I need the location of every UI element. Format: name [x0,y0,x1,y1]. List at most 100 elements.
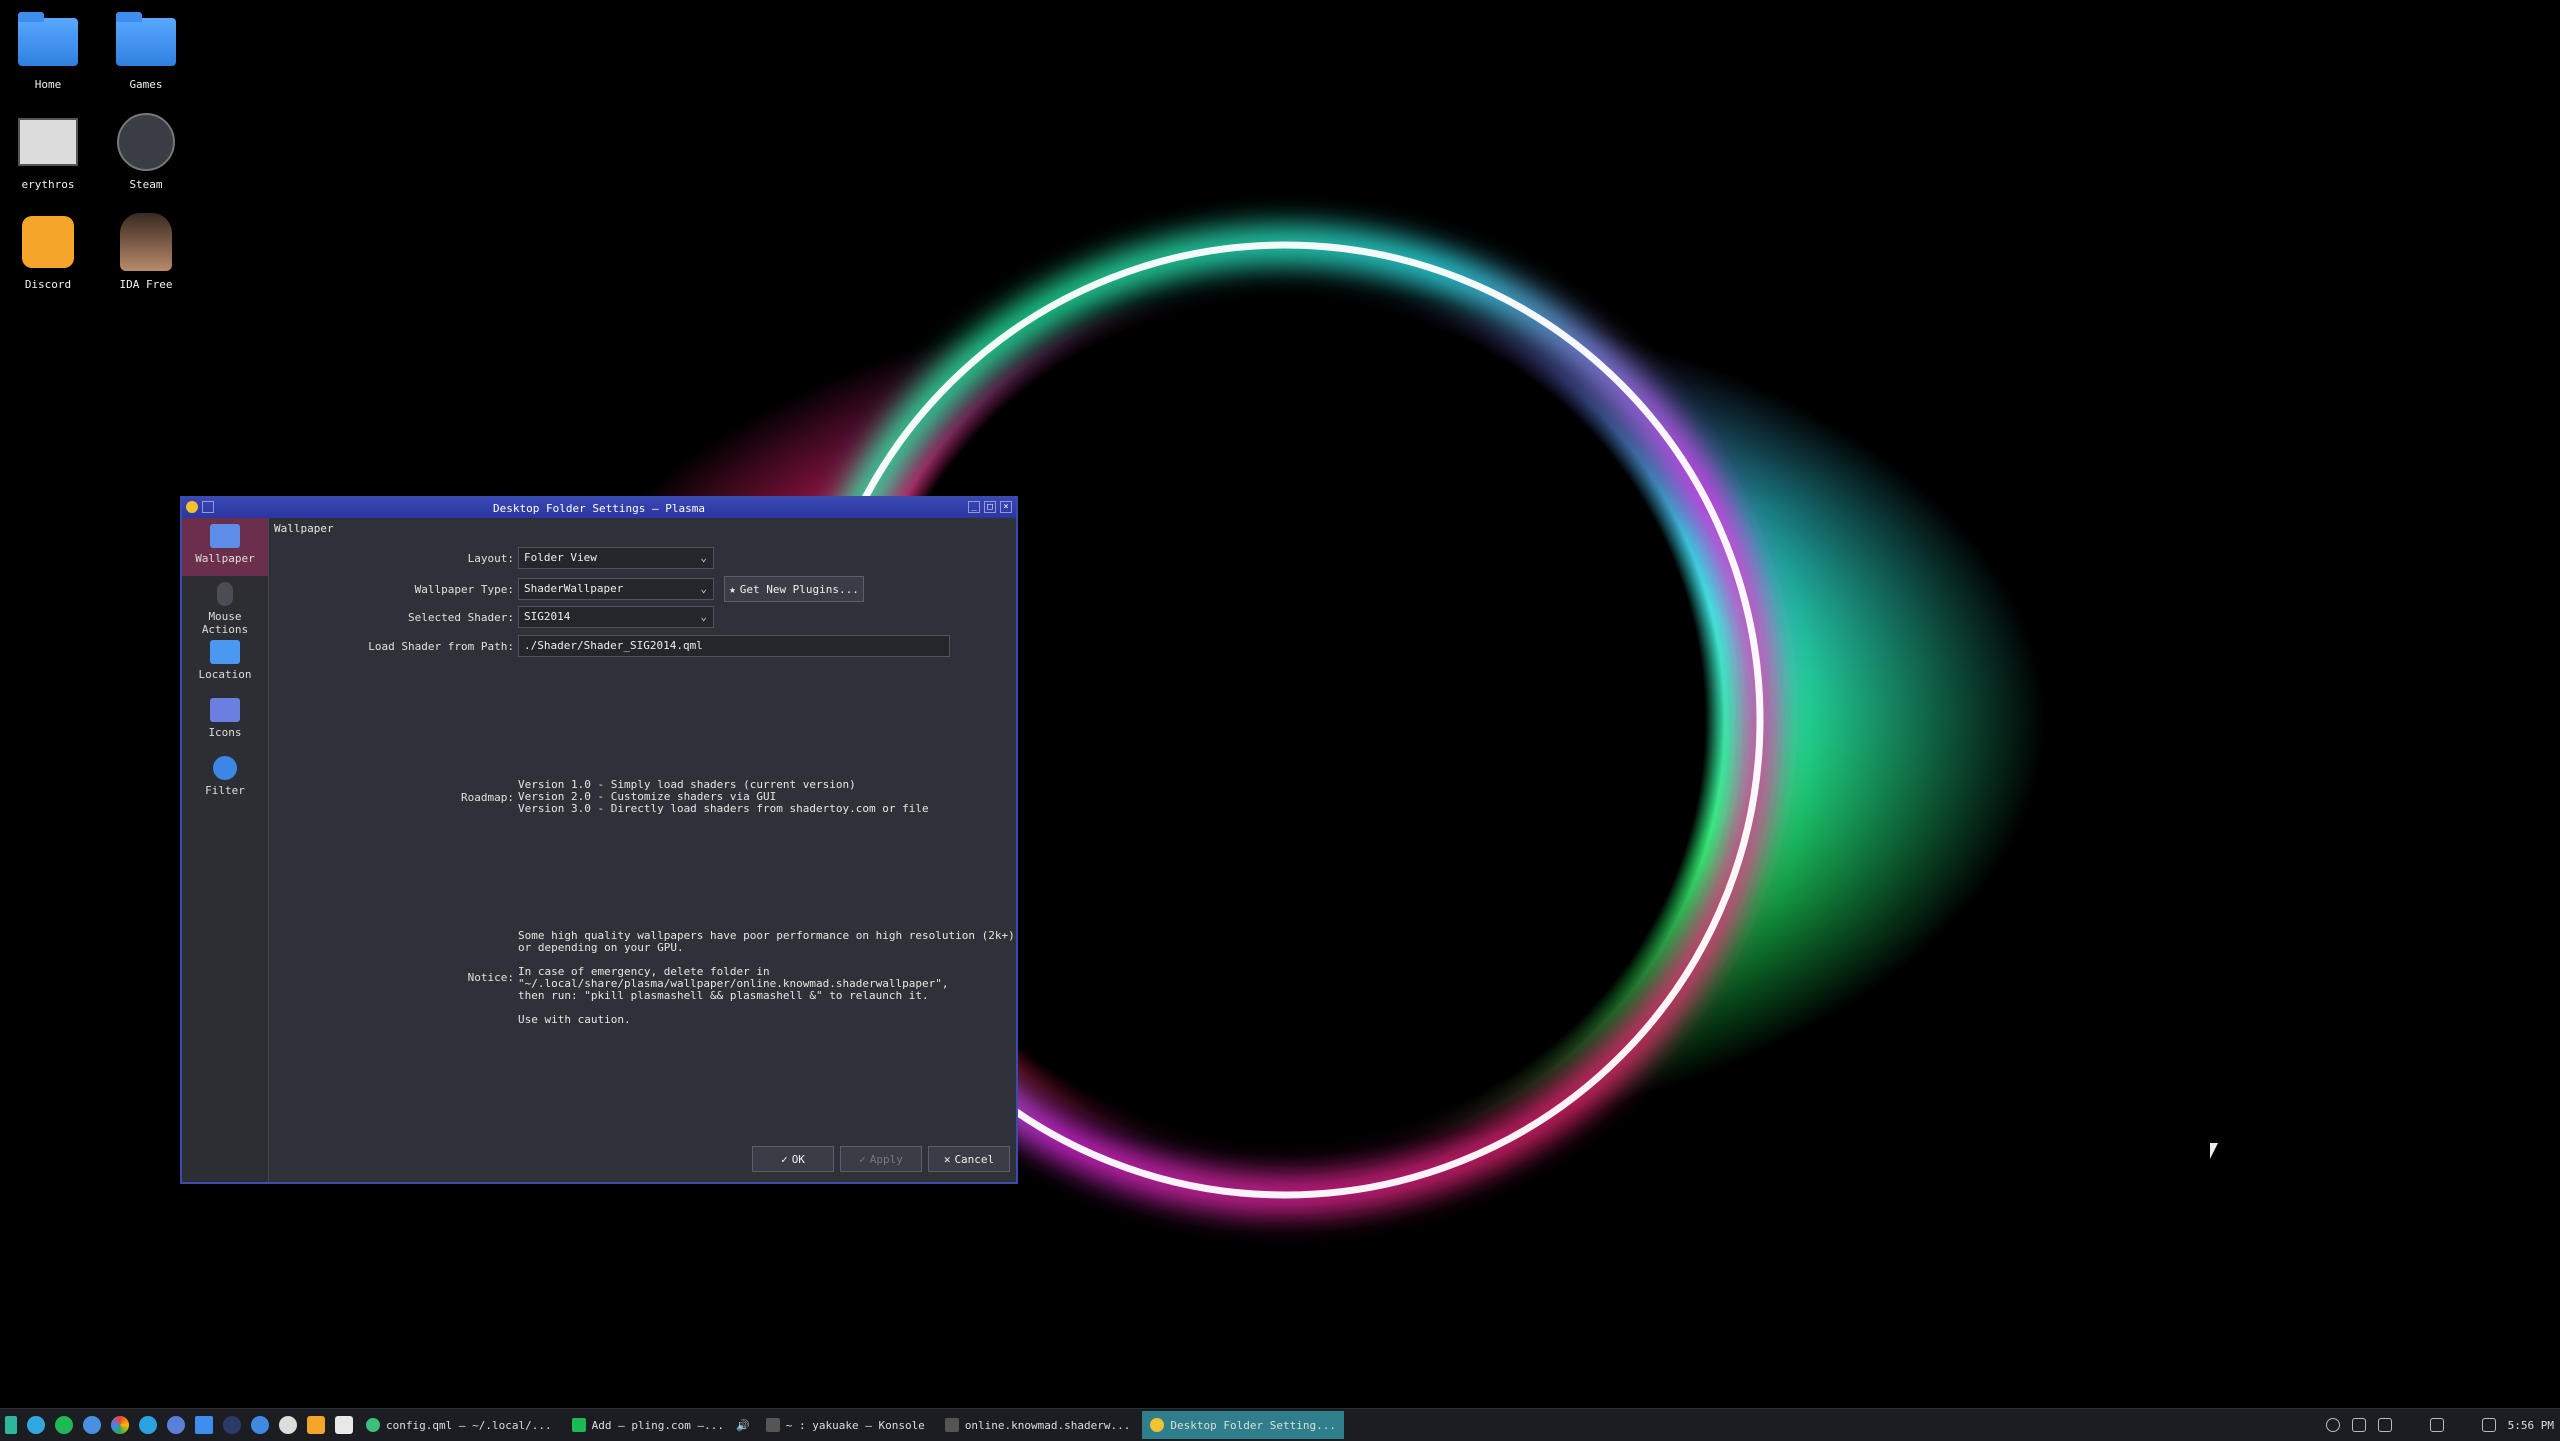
mouse-cursor-icon [2210,1143,2226,1159]
desktop-icon-steam[interactable]: Steam [102,112,190,191]
chevron-down-icon: ⌄ [700,610,707,623]
settings-app-icon[interactable] [279,1416,297,1434]
display-icon[interactable] [2429,1418,2444,1432]
vscode-icon[interactable] [335,1416,353,1434]
desktop-icon-erythros[interactable]: erythros [4,112,92,191]
discord-icon [22,216,74,268]
star-icon: ★ [729,582,736,596]
task-config-qml[interactable]: config.qml — ~/.local/... [358,1411,560,1439]
roadmap-text: Version 1.0 - Simply load shaders (curre… [518,778,929,815]
chevron-up-icon[interactable] [2456,1418,2470,1432]
ida-free-icon [120,213,172,271]
terminal-icon [944,1418,959,1432]
clock[interactable]: 5:56 PM [2508,1419,2554,1432]
chevron-down-icon: ⌄ [700,551,707,564]
spotify-icon[interactable] [55,1416,73,1434]
cancel-label: Cancel [954,1152,995,1166]
folder-icon [116,12,176,66]
wallpaper-type-combobox[interactable]: ShaderWallpaper ⌄ [518,578,714,600]
icons-grid-icon [210,698,240,722]
editor-icon [366,1418,380,1432]
ok-button[interactable]: ✓ OK [752,1146,834,1172]
settings-sidebar: Wallpaper Mouse Actions Location Icons F… [182,518,269,1182]
task-shaderwallpaper[interactable]: online.knowmad.shaderw... [937,1411,1139,1439]
close-button[interactable]: × [1000,501,1012,513]
desktop-icon-discord[interactable]: Discord [4,212,92,291]
file-manager-icon[interactable] [195,1416,213,1434]
desktop-icon-label: IDA Free [119,278,173,291]
desktop-folder-settings-dialog: Desktop Folder Settings — Plasma _ □ × W… [180,496,1018,1184]
desktop-icon-label: Games [129,78,163,91]
sidebar-item-label: Wallpaper [195,552,255,565]
sidebar-item-wallpaper[interactable]: Wallpaper [182,518,268,576]
sidebar-item-label: Mouse Actions [201,610,249,636]
get-new-plugins-label: Get New Plugins... [739,582,859,596]
volume-icon[interactable]: 🔊 [736,1419,750,1432]
plasma-task-icon [1150,1418,1165,1432]
selected-shader-value: SIG2014 [524,610,571,623]
telegram-alt-icon[interactable] [139,1416,157,1434]
desktop-icon-home[interactable]: Home [4,12,92,91]
sidebar-item-icons[interactable]: Icons [182,692,268,750]
check-icon: ✓ [781,1152,788,1166]
device-icon[interactable] [2481,1418,2496,1432]
konsole-icon [765,1418,780,1432]
task-label: Desktop Folder Setting... [1170,1418,1336,1432]
browser-icon[interactable] [251,1416,269,1434]
task-label: online.knowmad.shaderw... [964,1418,1131,1432]
messenger-icon[interactable] [167,1416,185,1434]
apply-button[interactable]: ✓ Apply [840,1146,922,1172]
telegram-icon[interactable] [27,1416,45,1434]
network-icon[interactable] [2377,1418,2392,1432]
task-label: ~ : yakuake — Konsole [785,1418,925,1432]
mouse-icon [217,582,233,606]
task-pling[interactable]: Add — pling.com —... [564,1411,732,1439]
desktop-icon-games[interactable]: Games [102,12,190,91]
window-menu-icon[interactable] [202,501,214,513]
location-folder-icon [210,640,240,664]
taskbar: config.qml — ~/.local/... Add — pling.co… [0,1408,2560,1441]
cancel-button[interactable]: ✕ Cancel [928,1146,1010,1172]
desktop-icon-ida-free[interactable]: IDA Free [102,212,190,291]
app-icon[interactable] [223,1416,241,1434]
selected-shader-combobox[interactable]: SIG2014 ⌄ [518,606,714,628]
selected-shader-label: Selected Shader: [408,611,514,624]
volume-tray-icon[interactable] [2404,1418,2418,1432]
discord-taskbar-icon[interactable] [307,1416,325,1434]
chrome-icon[interactable] [111,1416,129,1434]
get-new-plugins-button[interactable]: ★ Get New Plugins... [724,576,864,602]
window-title: Desktop Folder Settings — Plasma [493,501,705,515]
layout-combobox[interactable]: Folder View ⌄ [518,547,714,569]
apply-label: Apply [869,1152,903,1166]
chat-icon[interactable] [83,1416,101,1434]
minimize-button[interactable]: _ [968,501,980,513]
sidebar-item-mouse-actions[interactable]: Mouse Actions [182,576,268,636]
plasma-app-icon [186,501,198,513]
sidebar-item-label: Filter [205,784,245,797]
check-icon: ✓ [859,1152,866,1166]
wallpaper-icon [210,524,240,548]
filter-icon [213,756,237,780]
sidebar-item-location[interactable]: Location [182,634,268,692]
ok-label: OK [791,1152,805,1166]
system-tray: 5:56 PM [2325,1409,2560,1441]
maximize-button[interactable]: □ [984,501,996,513]
sidebar-item-label: Location [198,668,252,681]
close-icon: ✕ [943,1152,951,1166]
wallpaper-type-value: ShaderWallpaper [524,582,624,595]
task-desktop-folder-settings[interactable]: Desktop Folder Setting... [1142,1411,1344,1439]
media-play-icon[interactable] [2325,1418,2340,1432]
layout-label: Layout: [467,552,514,565]
clipboard-icon[interactable] [2351,1418,2366,1432]
folder-home-icon [18,12,78,66]
sidebar-item-label: Icons [208,726,242,739]
desktop-icon-label: Home [34,78,62,91]
window-titlebar[interactable]: Desktop Folder Settings — Plasma _ □ × [182,498,1016,518]
task-yakuake[interactable]: ~ : yakuake — Konsole [758,1411,933,1439]
terminal-thumbnail-icon [18,118,78,166]
section-title: Wallpaper [274,522,334,535]
sidebar-item-filter[interactable]: Filter [182,750,268,808]
load-shader-path-field[interactable]: ./Shader/Shader_SIG2014.qml [518,635,950,657]
load-shader-label: Load Shader from Path: [368,640,514,653]
app-launcher-icon[interactable] [5,1416,17,1434]
